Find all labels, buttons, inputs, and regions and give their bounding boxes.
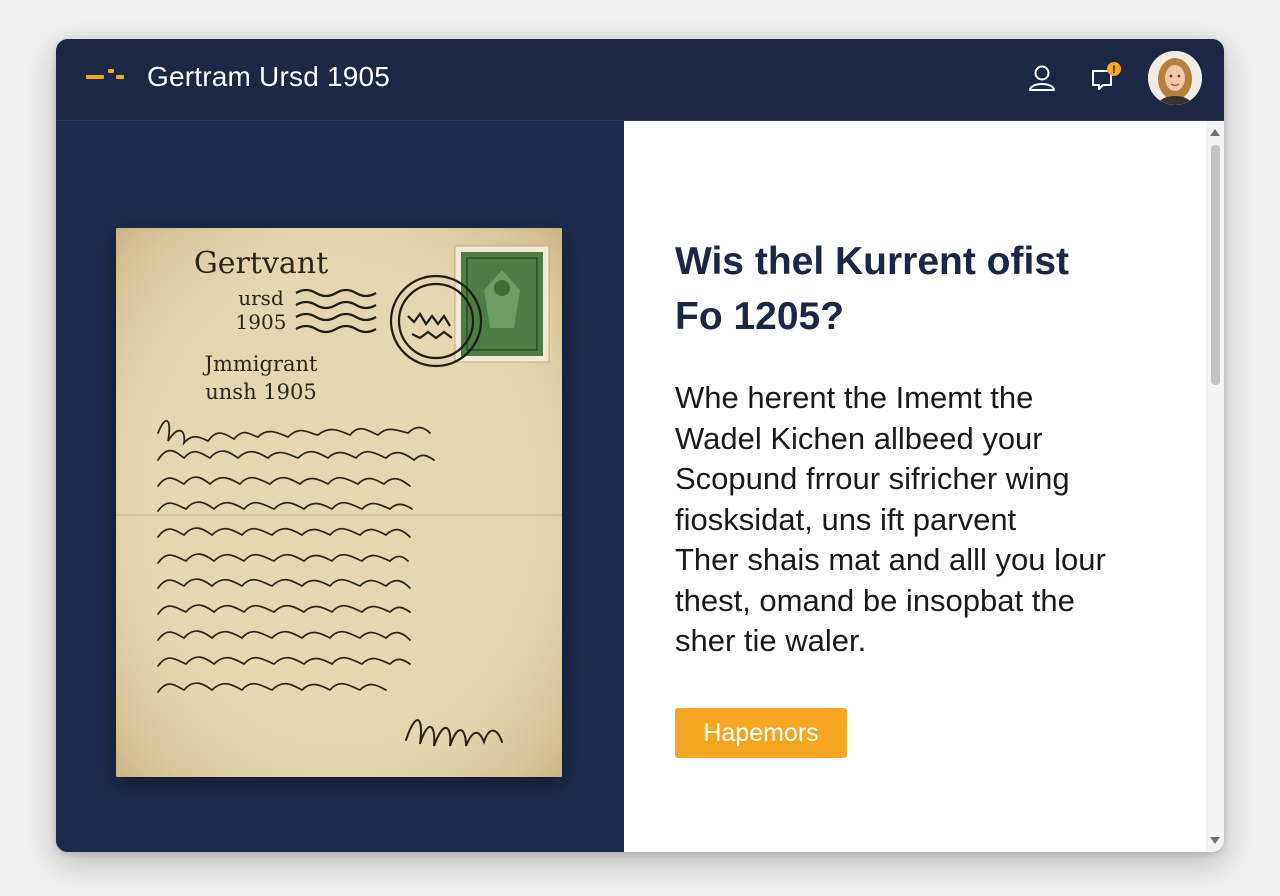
body-paragraph: Whe herent the Imemt the Wadel Kichen al… <box>675 378 1175 662</box>
avatar-portrait <box>1148 51 1202 105</box>
postcard-label: Jmmigrant <box>204 352 318 376</box>
postcard-label-year: unsh 1905 <box>205 380 317 404</box>
postcard-panel: Gertvant ursd 1905 Jmmigrant unsh 1905 <box>56 121 624 852</box>
postcard-title: Gertvant <box>193 246 329 281</box>
body-line: Ther shais mat and alll you lour <box>675 542 1106 577</box>
body-line: thest, omand be insopbat the <box>675 582 1075 618</box>
scroll-down-arrow-icon[interactable] <box>1210 837 1220 844</box>
svg-text:!: ! <box>1112 64 1116 76</box>
body-line: fiosksidat, uns ift parvent <box>675 501 1017 537</box>
postcard-subtitle: ursd <box>238 286 284 310</box>
scrollbar[interactable] <box>1206 121 1224 852</box>
top-bar: Gertram Ursd 1905 ! <box>56 39 1224 121</box>
postcard-year: 1905 <box>235 310 287 334</box>
page-heading: Wis thel Kurrent ofist Fo 1205? <box>675 234 1145 344</box>
postcard-image: Gertvant ursd 1905 Jmmigrant unsh 1905 <box>116 228 562 777</box>
scroll-thumb[interactable] <box>1211 145 1220 385</box>
app-window: Gertram Ursd 1905 ! Gertvant ursd 1905 J… <box>56 39 1224 852</box>
notification-bell-icon[interactable]: ! <box>1088 61 1122 95</box>
heading-line: Fo 1205? <box>675 295 845 338</box>
scroll-up-arrow-icon[interactable] <box>1210 129 1220 136</box>
body-line: Scopund frrour sifricher wing <box>675 461 1070 496</box>
user-icon[interactable] <box>1025 61 1059 95</box>
body-line: Wadel Kichen allbeed your <box>675 420 1043 456</box>
logo-icon <box>86 69 124 79</box>
body-line: Whe herent the Imemt the <box>675 380 1034 415</box>
avatar[interactable] <box>1148 51 1202 105</box>
content-panel: Wis thel Kurrent ofist Fo 1205? Whe here… <box>624 121 1224 852</box>
heading-line: Wis thel Kurrent ofist <box>675 240 1069 283</box>
cta-button[interactable]: Hapemors <box>675 708 847 758</box>
body-line: sher tie waler. <box>675 623 867 658</box>
app-title: Gertram Ursd 1905 <box>147 61 391 92</box>
